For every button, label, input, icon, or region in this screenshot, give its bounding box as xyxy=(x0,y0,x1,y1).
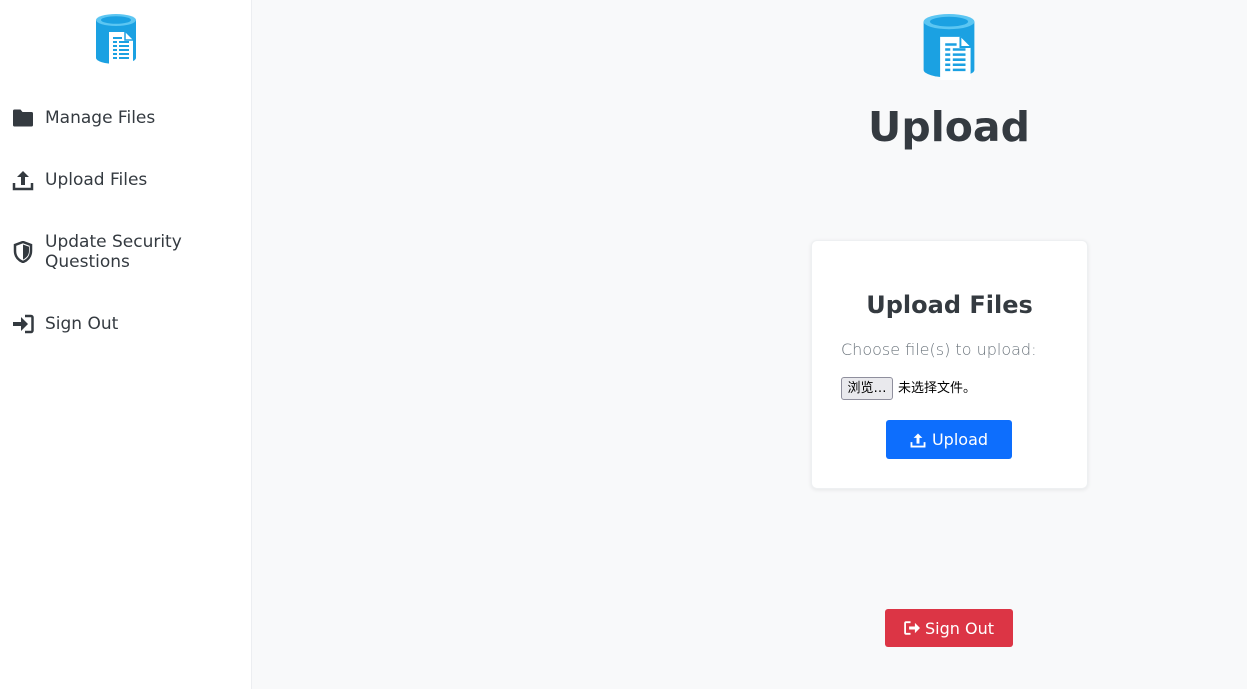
sidebar-item-upload-files[interactable]: Upload Files xyxy=(0,168,252,192)
sidebar-item-label: Upload Files xyxy=(45,170,148,190)
upload-button[interactable]: Upload xyxy=(886,420,1012,459)
sidebar-item-label: Sign Out xyxy=(45,314,119,334)
sidebar: Manage Files Upload Files Update Securit… xyxy=(0,0,252,689)
sidebar-item-label: Update Security Questions xyxy=(45,232,182,272)
sign-out-button-label: Sign Out xyxy=(925,618,994,638)
page-title: Upload xyxy=(868,103,1030,151)
upload-icon xyxy=(11,168,35,192)
upload-prompt: Choose file(s) to upload: xyxy=(841,340,1037,359)
upload-button-label: Upload xyxy=(931,430,989,449)
browse-button[interactable]: 浏览… xyxy=(841,377,893,400)
file-database-icon xyxy=(94,14,138,66)
sidebar-item-sign-out[interactable]: Sign Out xyxy=(0,314,252,334)
upload-icon xyxy=(910,432,926,448)
sign-out-button[interactable]: Sign Out xyxy=(885,609,1013,647)
sidebar-item-manage-files[interactable]: Manage Files xyxy=(0,108,252,128)
shield-icon xyxy=(11,240,35,264)
folder-icon xyxy=(11,106,35,130)
sidebar-item-update-security-questions[interactable]: Update Security Questions xyxy=(0,232,252,272)
file-database-icon xyxy=(920,14,978,80)
card-title: Upload Files xyxy=(866,291,1033,319)
sidebar-item-label: Manage Files xyxy=(45,108,156,128)
upload-card: Upload Files Choose file(s) to upload: 浏… xyxy=(811,240,1088,489)
file-status-text: 未选择文件。 xyxy=(898,381,977,396)
sign-out-icon xyxy=(904,620,920,636)
sign-in-icon xyxy=(11,312,35,336)
